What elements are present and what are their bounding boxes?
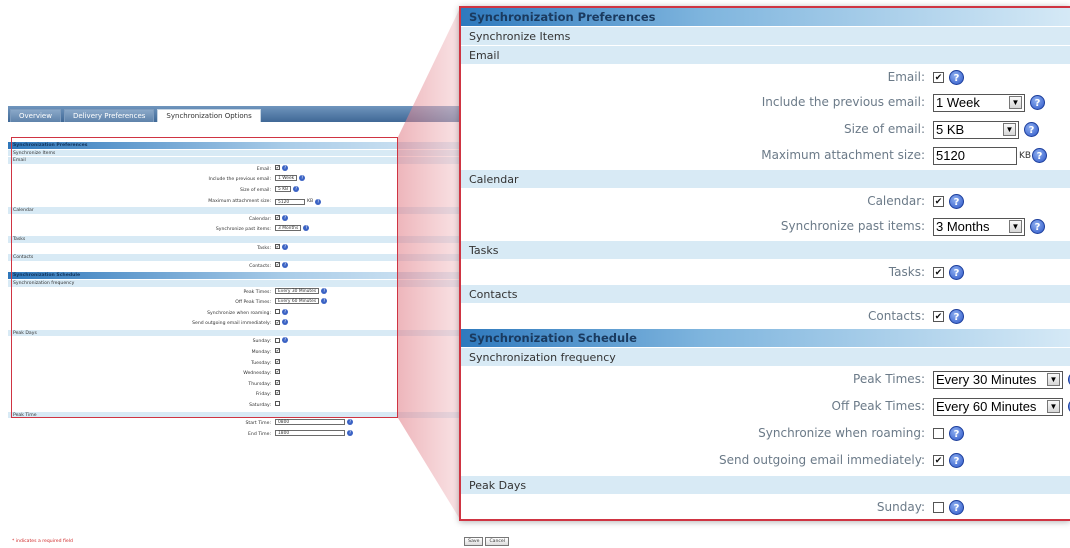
help-icon[interactable]: ?	[949, 265, 964, 280]
subsection-label: Synchronize Items	[461, 27, 1070, 46]
field-label: Tasks:	[888, 265, 925, 279]
select-value: 1 Week	[936, 95, 980, 110]
form-footer: * indicates a required field Save Cancel	[8, 534, 513, 548]
form-row: Calendar: ✔?	[461, 189, 1070, 214]
section-header: Synchronization Schedule	[461, 329, 1070, 348]
peak-times-select[interactable]: Every 30 Minutes ▼	[933, 370, 1063, 389]
field-label: Synchronize when roaming:	[758, 426, 925, 440]
field-label: Off Peak Times:	[831, 399, 926, 413]
subsection-label: Synchronization frequency	[461, 348, 1070, 367]
chevron-down-icon[interactable]: ▼	[1009, 220, 1022, 233]
help-icon[interactable]: ?	[1032, 148, 1048, 163]
field-label: Send outgoing email immediately:	[718, 453, 925, 467]
help-icon[interactable]: ?	[949, 500, 964, 515]
help-icon[interactable]: ?	[347, 429, 353, 436]
form-row: End Time: 1800?	[8, 429, 513, 441]
help-icon[interactable]: ?	[949, 426, 964, 441]
form-row: Tasks: ✔?	[461, 260, 1070, 285]
field-label: Maximum attachment size:	[761, 148, 925, 162]
zoomed-detail-panel: Synchronization Preferences Synchronize …	[459, 6, 1070, 521]
tab-delivery-preferences[interactable]: Delivery Preferences	[63, 109, 155, 122]
help-icon[interactable]: ?	[949, 194, 964, 209]
select-value: 3 Months	[936, 219, 990, 234]
max-attachment-input[interactable]: 5120	[933, 146, 1017, 165]
size-select[interactable]: 5 KB ▼	[933, 120, 1019, 139]
select-value: 5 KB	[936, 122, 965, 137]
form-row: Send outgoing email immediately: ✔?	[461, 448, 1070, 476]
help-icon[interactable]: ?	[1030, 95, 1045, 110]
help-icon[interactable]: ?	[1024, 122, 1039, 137]
cancel-button[interactable]: Cancel	[485, 536, 509, 546]
help-icon[interactable]: ?	[347, 419, 353, 426]
field-label: Sunday:	[876, 500, 925, 514]
form-row: Start Time: 0800?	[8, 419, 513, 430]
help-icon[interactable]: ?	[949, 453, 964, 468]
chevron-down-icon[interactable]: ▼	[1047, 400, 1060, 413]
form-row: Contacts: ✔?	[461, 304, 1070, 329]
field-label: Size of email:	[844, 122, 925, 136]
contacts-checkbox[interactable]: ✔	[933, 311, 944, 322]
off-peak-times-select[interactable]: Every 60 Minutes ▼	[933, 397, 1063, 416]
form-row: Sunday:?	[461, 495, 1070, 519]
sunday-checkbox[interactable]	[933, 502, 944, 513]
tab-overview[interactable]: Overview	[10, 109, 61, 122]
include-previous-select[interactable]: 1 Week ▼	[933, 93, 1025, 112]
subsection-label: Peak Days	[461, 476, 1070, 495]
subsection-label: Contacts	[461, 285, 1070, 304]
field-label: Contacts:	[868, 309, 925, 323]
select-value: Every 60 Minutes	[936, 399, 1037, 414]
help-icon[interactable]: ?	[1030, 219, 1045, 234]
field-label: Calendar:	[867, 194, 925, 208]
form-row: Email: ✔?	[461, 65, 1070, 90]
field-label: Synchronize past items:	[780, 219, 925, 233]
select-value: Every 30 Minutes	[936, 372, 1037, 387]
field-label: Start Time:	[245, 421, 271, 427]
tab-synchronization-options[interactable]: Synchronization Options	[157, 109, 261, 122]
kb-unit: KB	[1019, 150, 1032, 161]
field-label: Peak Times:	[853, 372, 925, 386]
form-row: Off Peak Times:Every 60 Minutes▼?	[461, 394, 1070, 421]
field-label: Include the previous email:	[761, 95, 925, 109]
tab-bar: Overview Delivery Preferences Synchroniz…	[8, 106, 513, 122]
section-header: Synchronization Preferences	[461, 8, 1070, 27]
field-label: End Time:	[248, 431, 271, 437]
subsection-label: Email	[461, 46, 1070, 65]
form-row: Maximum attachment size: 5120 KB?	[461, 143, 1070, 170]
zoom-region-frame	[11, 137, 398, 418]
form-row: Peak Times:Every 30 Minutes▼?	[461, 367, 1070, 394]
save-button[interactable]: Save	[464, 536, 484, 546]
subsection-label: Tasks	[461, 241, 1070, 260]
email-checkbox[interactable]: ✔	[933, 72, 944, 83]
subsection-label: Calendar	[461, 170, 1070, 189]
help-icon[interactable]: ?	[949, 309, 964, 324]
field-label: Email:	[887, 70, 925, 84]
chevron-down-icon[interactable]: ▼	[1009, 96, 1022, 109]
form-row: Synchronize when roaming:?	[461, 421, 1070, 448]
past-items-select[interactable]: 3 Months ▼	[933, 217, 1025, 236]
calendar-checkbox[interactable]: ✔	[933, 196, 944, 207]
required-note: * indicates a required field	[12, 538, 73, 544]
form-row: Size of email: 5 KB ▼?	[461, 117, 1070, 143]
form-row: Include the previous email: 1 Week ▼?	[461, 90, 1070, 117]
roaming-checkbox[interactable]	[933, 428, 944, 439]
help-icon[interactable]: ?	[949, 70, 964, 85]
form-row: Synchronize past items: 3 Months ▼?	[461, 214, 1070, 241]
chevron-down-icon[interactable]: ▼	[1047, 373, 1060, 386]
send-immediately-checkbox[interactable]: ✔	[933, 455, 944, 466]
tasks-checkbox[interactable]: ✔	[933, 267, 944, 278]
chevron-down-icon[interactable]: ▼	[1003, 123, 1016, 136]
end-time-input[interactable]: 1800	[275, 429, 345, 436]
start-time-input[interactable]: 0800	[275, 419, 345, 426]
